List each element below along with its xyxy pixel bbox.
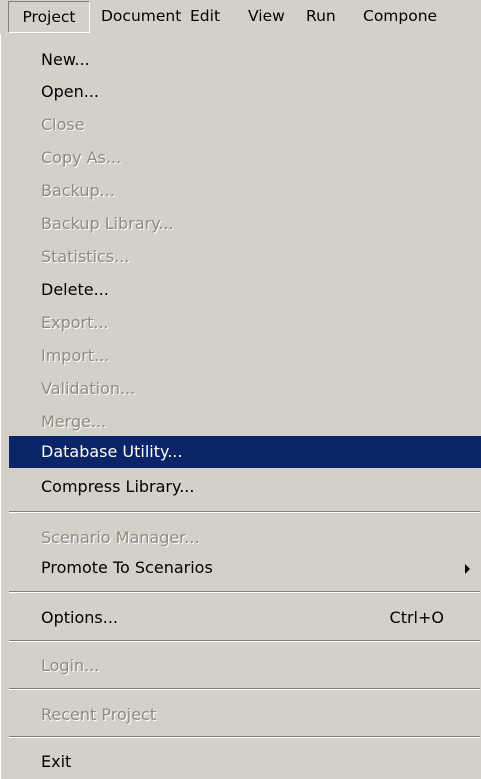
menu-item-export[interactable]: Export... xyxy=(9,307,481,339)
menu-item-compress-library[interactable]: Compress Library... xyxy=(9,471,481,503)
menu-item-options-label: Options... xyxy=(41,608,118,627)
menu-separator xyxy=(9,511,480,513)
menu-edit[interactable]: Edit xyxy=(190,0,220,32)
menu-bar: Project Document Edit View Run Compone xyxy=(0,0,481,34)
menu-item-recent-project[interactable]: Recent Project xyxy=(9,699,481,731)
menu-separator xyxy=(9,736,480,738)
menu-item-promote-to-scenarios[interactable]: Promote To Scenarios xyxy=(9,552,481,584)
menu-item-options[interactable]: Options... Ctrl+O xyxy=(9,602,481,634)
menu-item-scenario-manager[interactable]: Scenario Manager... xyxy=(9,522,481,554)
menu-project[interactable]: Project xyxy=(8,1,90,33)
menu-item-promote-to-scenarios-label: Promote To Scenarios xyxy=(41,558,213,577)
menu-document[interactable]: Document xyxy=(101,0,181,32)
menu-item-open[interactable]: Open... xyxy=(9,76,481,108)
menu-item-backup[interactable]: Backup... xyxy=(9,175,481,207)
menu-item-delete[interactable]: Delete... xyxy=(9,274,481,306)
menu-run[interactable]: Run xyxy=(306,0,336,32)
menu-item-merge[interactable]: Merge... xyxy=(9,406,481,438)
menu-item-copy-as[interactable]: Copy As... xyxy=(9,142,481,174)
menu-separator xyxy=(9,688,480,690)
menu-item-statistics[interactable]: Statistics... xyxy=(9,241,481,273)
menu-item-close[interactable]: Close xyxy=(9,109,481,141)
menu-item-new[interactable]: New... xyxy=(9,44,481,76)
submenu-arrow-icon xyxy=(465,564,470,574)
menu-item-exit[interactable]: Exit xyxy=(9,746,481,778)
shortcut-label: Ctrl+O xyxy=(389,608,444,627)
menu-item-login[interactable]: Login... xyxy=(9,650,481,682)
menu-item-import[interactable]: Import... xyxy=(9,340,481,372)
menu-item-backup-library[interactable]: Backup Library... xyxy=(9,208,481,240)
project-dropdown-menu: New... Open... Close Copy As... Backup..… xyxy=(0,34,481,779)
menu-item-validation[interactable]: Validation... xyxy=(9,373,481,405)
menu-component[interactable]: Compone xyxy=(363,0,437,32)
menu-separator xyxy=(9,591,480,593)
menu-separator xyxy=(9,640,480,642)
menu-item-database-utility[interactable]: Database Utility... xyxy=(9,436,481,468)
menu-view[interactable]: View xyxy=(248,0,285,32)
